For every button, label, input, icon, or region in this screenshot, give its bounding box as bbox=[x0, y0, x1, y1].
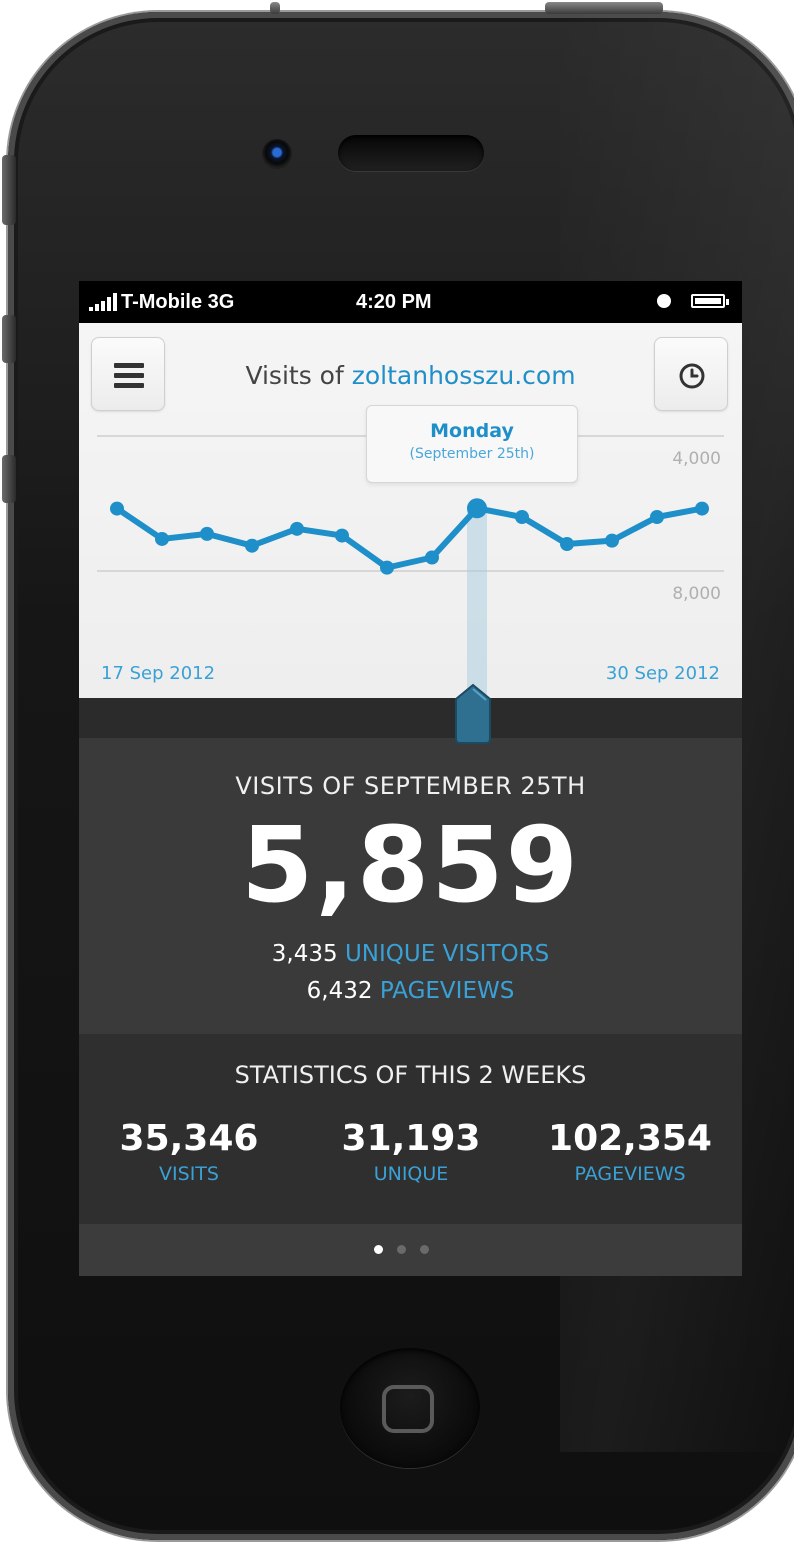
page-dot[interactable] bbox=[374, 1245, 383, 1254]
y-tick-label: 8,000 bbox=[672, 584, 721, 604]
chart-panel: 4,000 8,000 Visits of zoltanhosszu.com Mo… bbox=[79, 323, 742, 698]
pageviews-line: 6,432 PAGEVIEWS bbox=[79, 978, 742, 1004]
data-point bbox=[515, 510, 529, 524]
volume-down-button bbox=[2, 455, 16, 503]
stat-visits-label: VISITS bbox=[159, 1163, 219, 1185]
volume-up-button bbox=[2, 315, 16, 363]
clock-icon bbox=[679, 363, 705, 389]
data-point bbox=[380, 560, 394, 575]
stat-visits: 35,346 VISITS bbox=[89, 1118, 289, 1185]
signal-strength-icon bbox=[89, 293, 117, 311]
data-point bbox=[110, 501, 124, 516]
page-indicator bbox=[79, 1224, 742, 1276]
day-stats-panel: VISITS OF SEPTEMBER 25TH 5,859 3,435 UNI… bbox=[79, 738, 742, 1034]
data-point bbox=[335, 528, 349, 543]
stat-visits-value: 35,346 bbox=[119, 1118, 259, 1159]
stat-pageviews-value: 102,354 bbox=[548, 1118, 712, 1159]
chart-tooltip: Monday (September 25th) bbox=[366, 405, 578, 483]
top-edge-detail bbox=[270, 2, 280, 14]
data-point bbox=[605, 533, 619, 548]
data-point bbox=[245, 538, 259, 553]
title-domain: zoltanhosszu.com bbox=[351, 361, 576, 390]
data-point bbox=[155, 531, 169, 546]
data-point bbox=[467, 498, 487, 519]
data-point bbox=[290, 521, 304, 536]
day-visits-total: 5,859 bbox=[241, 804, 580, 926]
page-dot[interactable] bbox=[397, 1245, 406, 1254]
pageviews-label: PAGEVIEWS bbox=[379, 978, 515, 1004]
data-point bbox=[200, 526, 214, 541]
mute-switch bbox=[2, 155, 16, 225]
sleep-button bbox=[545, 2, 663, 14]
history-button[interactable] bbox=[654, 337, 728, 411]
range-end-label: 30 Sep 2012 bbox=[605, 663, 720, 684]
pageviews-count: 6,432 bbox=[306, 978, 373, 1004]
chart-scrubber-handle[interactable] bbox=[454, 683, 492, 745]
page-dots bbox=[374, 1245, 429, 1254]
home-button-icon bbox=[382, 1385, 434, 1433]
unique-visitors-line: 3,435 UNIQUE VISITORS bbox=[79, 941, 742, 967]
alarm-icon bbox=[657, 294, 671, 308]
page-dot[interactable] bbox=[420, 1245, 429, 1254]
earpiece-speaker bbox=[338, 135, 484, 171]
tooltip-date: (September 25th) bbox=[409, 446, 535, 462]
stat-pageviews-label: PAGEVIEWS bbox=[574, 1163, 686, 1185]
title-prefix: Visits of bbox=[245, 361, 352, 390]
day-stats-heading: VISITS OF SEPTEMBER 25TH bbox=[235, 772, 586, 800]
two-week-stats-heading: STATISTICS OF THIS 2 WEEKS bbox=[234, 1061, 587, 1089]
battery-icon bbox=[691, 294, 729, 308]
front-camera bbox=[262, 139, 292, 169]
unique-visitors-label: UNIQUE VISITORS bbox=[344, 941, 550, 967]
data-point bbox=[560, 537, 574, 551]
carrier-label: T-Mobile 3G bbox=[121, 291, 235, 313]
two-week-stats-panel: STATISTICS OF THIS 2 WEEKS 35,346 VISITS… bbox=[79, 1034, 742, 1224]
data-point bbox=[425, 550, 439, 565]
unique-visitors-count: 3,435 bbox=[271, 941, 338, 967]
stat-pageviews: 102,354 PAGEVIEWS bbox=[530, 1118, 730, 1185]
stat-unique-label: UNIQUE bbox=[373, 1163, 449, 1185]
stat-unique: 31,193 UNIQUE bbox=[311, 1118, 511, 1185]
status-time: 4:20 PM bbox=[356, 291, 432, 313]
selection-band bbox=[467, 508, 487, 698]
y-tick-label: 4,000 bbox=[672, 449, 721, 469]
data-point bbox=[650, 510, 664, 524]
page-title: Visits of zoltanhosszu.com bbox=[79, 361, 742, 390]
data-point bbox=[695, 501, 709, 516]
range-start-label: 17 Sep 2012 bbox=[101, 663, 216, 684]
status-bar: T-Mobile 3G 4:20 PM bbox=[79, 281, 742, 323]
tooltip-day: Monday bbox=[430, 420, 514, 442]
app-screen: T-Mobile 3G 4:20 PM 4,000 8,000 Visits of… bbox=[79, 281, 742, 1276]
stat-unique-value: 31,193 bbox=[341, 1118, 481, 1159]
